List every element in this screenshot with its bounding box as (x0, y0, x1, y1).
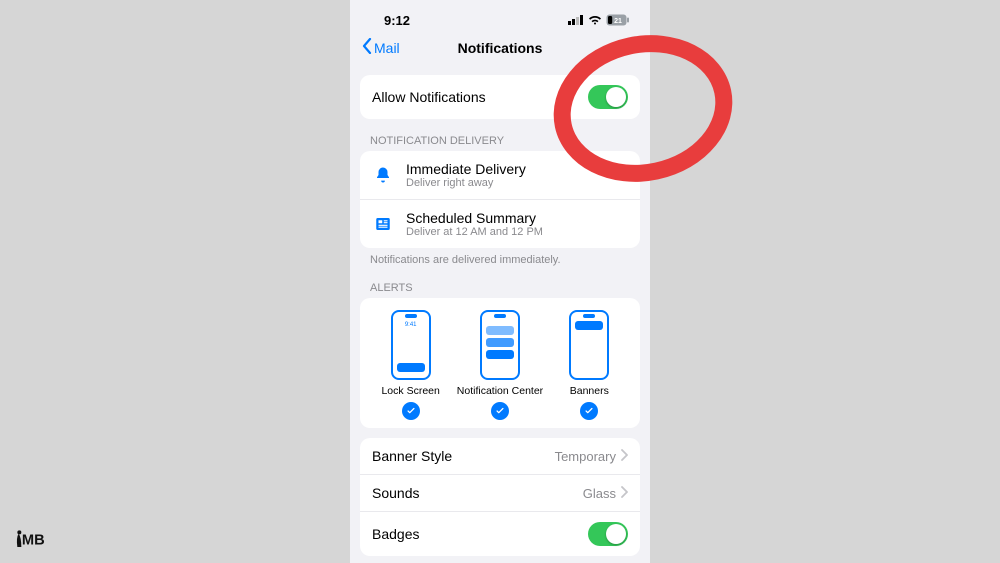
back-label: Mail (374, 40, 400, 56)
alert-notification-center[interactable]: Notification Center (456, 310, 544, 420)
alert-lock-check[interactable] (402, 402, 420, 420)
alert-settings-group: Banner Style Temporary Sounds Glass Badg… (360, 438, 640, 556)
allow-notifications-row: Allow Notifications (360, 75, 640, 119)
phone-frame: 9:12 21 Mail Notifications Allow Notific… (350, 0, 650, 563)
sounds-label: Sounds (372, 485, 419, 501)
banner-style-value: Temporary (555, 449, 616, 464)
svg-text:21: 21 (614, 18, 622, 25)
delivery-footer: Notifications are delivered immediately. (370, 254, 630, 266)
wifi-icon (588, 13, 602, 28)
alert-banners[interactable]: Banners (545, 310, 633, 420)
check-icon (614, 167, 628, 184)
alert-banners-check[interactable] (580, 402, 598, 420)
lock-screen-preview: 9:41 (391, 310, 431, 380)
scheduled-title: Scheduled Summary (406, 210, 543, 226)
immediate-sub: Deliver right away (406, 177, 526, 189)
status-time: 9:12 (384, 13, 410, 28)
immediate-delivery-row[interactable]: Immediate Delivery Deliver right away (360, 151, 640, 199)
alert-center-label: Notification Center (457, 385, 543, 397)
delivery-group: Immediate Delivery Deliver right away Sc… (360, 151, 640, 248)
status-right: 21 (568, 13, 630, 28)
cellular-icon (568, 13, 584, 28)
status-bar: 9:12 21 (350, 0, 650, 32)
badges-label: Badges (372, 526, 419, 542)
chevron-left-icon (362, 38, 372, 57)
alerts-header: ALERTS (370, 282, 630, 294)
alert-center-check[interactable] (491, 402, 509, 420)
alert-banners-label: Banners (570, 385, 609, 397)
scheduled-summary-row[interactable]: Scheduled Summary Deliver at 12 AM and 1… (360, 199, 640, 248)
banner-style-label: Banner Style (372, 448, 452, 464)
sounds-row[interactable]: Sounds Glass (360, 474, 640, 511)
scheduled-sub: Deliver at 12 AM and 12 PM (406, 226, 543, 238)
immediate-title: Immediate Delivery (406, 161, 526, 177)
sounds-value: Glass (583, 486, 616, 501)
delivery-header: NOTIFICATION DELIVERY (370, 135, 630, 147)
battery-icon: 21 (606, 14, 630, 26)
chevron-right-icon (620, 448, 628, 464)
svg-text:MB: MB (22, 532, 45, 548)
allow-notifications-toggle[interactable] (588, 85, 628, 109)
banners-preview (569, 310, 609, 380)
back-button[interactable]: Mail (362, 38, 400, 57)
nav-bar: Mail Notifications (350, 32, 650, 65)
banner-style-row[interactable]: Banner Style Temporary (360, 438, 640, 474)
center-preview (480, 310, 520, 380)
alert-lock-screen[interactable]: 9:41 Lock Screen (367, 310, 455, 420)
watermark-logo: MB (12, 527, 48, 551)
chevron-right-icon (620, 485, 628, 501)
logo-icon: MB (12, 527, 48, 551)
bell-icon (372, 166, 394, 184)
badges-row: Badges (360, 511, 640, 556)
allow-label: Allow Notifications (372, 89, 486, 105)
preview-time: 9:41 (393, 322, 429, 328)
newspaper-icon (372, 215, 394, 233)
alerts-card: 9:41 Lock Screen Notification Center (360, 298, 640, 428)
allow-section: Allow Notifications (360, 75, 640, 119)
alert-lock-label: Lock Screen (381, 385, 439, 397)
badges-toggle[interactable] (588, 522, 628, 546)
